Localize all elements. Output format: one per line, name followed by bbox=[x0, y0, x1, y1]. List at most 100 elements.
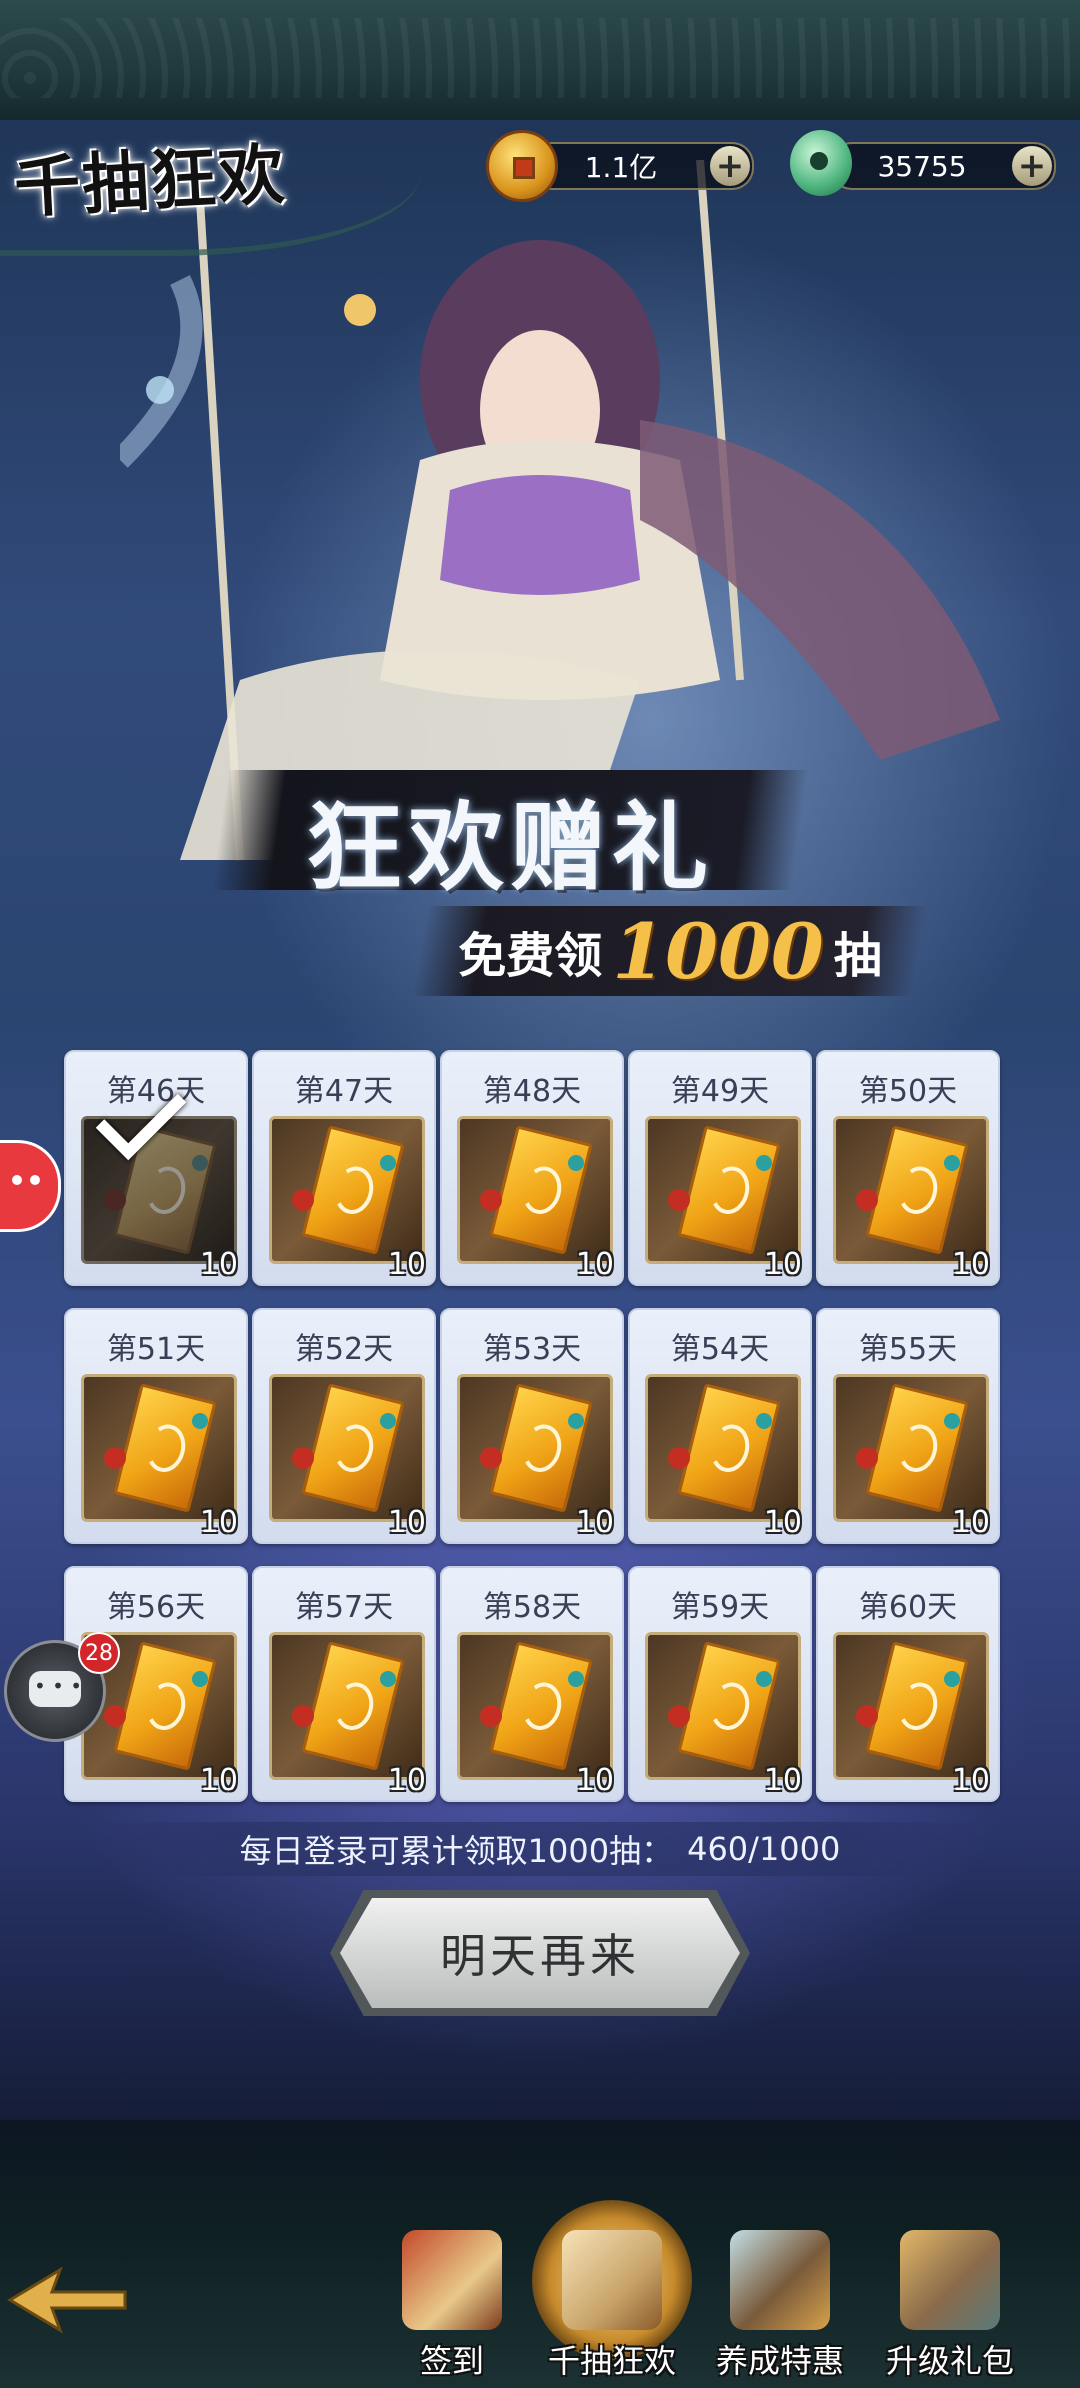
reward-quantity: 10 bbox=[575, 1505, 614, 1540]
reward-card[interactable]: 第59天 10 bbox=[628, 1566, 812, 1802]
tassel-icon bbox=[292, 1189, 314, 1211]
reward-item-slot bbox=[81, 1374, 237, 1522]
nav-tab-label: 养成特惠 bbox=[715, 2342, 844, 2380]
bead-icon bbox=[568, 1671, 584, 1687]
bead-icon bbox=[568, 1155, 584, 1171]
reward-card[interactable]: 第52天 10 bbox=[252, 1308, 436, 1544]
reward-card[interactable]: 第47天 10 bbox=[252, 1050, 436, 1286]
coin-icon bbox=[486, 130, 558, 202]
reward-card[interactable]: 第54天 10 bbox=[628, 1308, 812, 1544]
coin-value: 1.1亿 bbox=[584, 151, 658, 184]
reward-day-label: 第48天 bbox=[482, 1074, 582, 1109]
reward-quantity: 10 bbox=[763, 1247, 802, 1282]
jade-counter: 35755 + bbox=[830, 142, 1056, 190]
tassel-icon bbox=[104, 1189, 126, 1211]
jade-value: 35755 bbox=[877, 149, 967, 183]
bead-icon bbox=[380, 1155, 396, 1171]
banner-sub-suffix: 抽 bbox=[833, 928, 882, 984]
reward-card[interactable]: 第53天 10 bbox=[440, 1308, 624, 1544]
summon-ticket-icon bbox=[865, 1383, 969, 1513]
bead-icon bbox=[944, 1413, 960, 1429]
reward-card[interactable]: 第48天 10 bbox=[440, 1050, 624, 1286]
reward-day-label: 第53天 bbox=[482, 1332, 582, 1367]
reward-item-slot bbox=[833, 1632, 989, 1780]
reward-card[interactable]: 第55天 10 bbox=[816, 1308, 1000, 1544]
reward-card[interactable]: 第50天 10 bbox=[816, 1050, 1000, 1286]
progress-label: 每日登录可累计领取1000抽： bbox=[239, 1832, 674, 1870]
reward-quantity: 10 bbox=[199, 1763, 238, 1798]
banner-sub-prefix: 免费领 bbox=[458, 928, 603, 984]
tassel-icon bbox=[668, 1705, 690, 1727]
reward-day-label: 第52天 bbox=[294, 1332, 394, 1367]
reward-day-label: 第59天 bbox=[670, 1590, 770, 1625]
reward-day-label: 第57天 bbox=[294, 1590, 394, 1625]
tassel-icon bbox=[668, 1189, 690, 1211]
summon-ticket-icon bbox=[301, 1125, 405, 1255]
action-button-label: 明天再来 bbox=[440, 1929, 640, 1983]
nav-tab-label: 千抽狂欢 bbox=[547, 2342, 676, 2380]
reward-quantity: 10 bbox=[575, 1763, 614, 1798]
summon-ticket-icon bbox=[677, 1383, 781, 1513]
bead-icon bbox=[756, 1155, 772, 1171]
tassel-icon bbox=[292, 1705, 314, 1727]
tassel-icon bbox=[856, 1447, 878, 1469]
nav-tab[interactable]: 千抽狂欢 bbox=[532, 2226, 692, 2386]
nav-tab[interactable]: 签到 bbox=[372, 2226, 532, 2386]
reward-day-label: 第49天 bbox=[670, 1074, 770, 1109]
reward-item-slot bbox=[457, 1632, 613, 1780]
tassel-icon bbox=[104, 1705, 126, 1727]
summon-ticket-icon bbox=[301, 1383, 405, 1513]
back-arrow-icon[interactable] bbox=[0, 2250, 130, 2350]
progress-value: 460/1000 bbox=[687, 1830, 841, 1868]
tassel-icon bbox=[480, 1189, 502, 1211]
reward-card[interactable]: 第58天 10 bbox=[440, 1566, 624, 1802]
reward-day-label: 第51天 bbox=[106, 1332, 206, 1367]
bead-icon bbox=[380, 1413, 396, 1429]
summon-ticket-icon bbox=[489, 1125, 593, 1255]
summon-ticket-icon bbox=[489, 1383, 593, 1513]
coin-counter: 1.1亿 + bbox=[530, 142, 754, 190]
summon-ticket-icon bbox=[113, 1641, 217, 1771]
bead-icon bbox=[944, 1671, 960, 1687]
reward-quantity: 10 bbox=[763, 1763, 802, 1798]
reward-quantity: 10 bbox=[763, 1505, 802, 1540]
bead-icon bbox=[756, 1671, 772, 1687]
top-frame bbox=[0, 0, 1080, 120]
tassel-icon bbox=[480, 1447, 502, 1469]
tassel-icon bbox=[292, 1447, 314, 1469]
chat-unread-badge: 28 bbox=[78, 1632, 120, 1674]
reward-card[interactable]: 第49天 10 bbox=[628, 1050, 812, 1286]
reward-card[interactable]: 第60天 10 bbox=[816, 1566, 1000, 1802]
reward-quantity: 10 bbox=[387, 1505, 426, 1540]
reward-day-label: 第60天 bbox=[858, 1590, 958, 1625]
reward-item-slot bbox=[645, 1116, 801, 1264]
nav-tab[interactable]: 养成特惠 bbox=[700, 2226, 860, 2386]
pot-gift-icon bbox=[900, 2230, 1000, 2330]
come-back-tomorrow-button[interactable]: 明天再来 bbox=[340, 1898, 740, 2008]
reward-card[interactable]: 第57天 10 bbox=[252, 1566, 436, 1802]
add-jade-button[interactable]: + bbox=[1012, 146, 1052, 186]
reward-card[interactable]: 第51天 10 bbox=[64, 1308, 248, 1544]
bead-icon bbox=[192, 1155, 208, 1171]
bead-icon bbox=[944, 1155, 960, 1171]
reward-card[interactable]: 第46天 10 bbox=[64, 1050, 248, 1286]
banner-sub-number: 1000 bbox=[612, 906, 824, 996]
reward-day-label: 第50天 bbox=[858, 1074, 958, 1109]
summon-ticket-icon bbox=[677, 1125, 781, 1255]
reward-quantity: 10 bbox=[387, 1763, 426, 1798]
summon-ticket-icon bbox=[677, 1641, 781, 1771]
bead-icon bbox=[192, 1671, 208, 1687]
reward-item-slot bbox=[269, 1632, 425, 1780]
nav-tab[interactable]: 升级礼包 bbox=[870, 2226, 1030, 2386]
reward-item-slot bbox=[833, 1374, 989, 1522]
banner-title: 狂欢赠礼 bbox=[306, 791, 714, 904]
bead-icon bbox=[380, 1671, 396, 1687]
tassel-icon bbox=[856, 1705, 878, 1727]
reward-quantity: 10 bbox=[575, 1247, 614, 1282]
reward-day-label: 第54天 bbox=[670, 1332, 770, 1367]
reward-item-slot bbox=[81, 1116, 237, 1264]
reward-item-slot bbox=[457, 1116, 613, 1264]
sign-in-scroll-icon bbox=[402, 2230, 502, 2330]
add-coins-button[interactable]: + bbox=[710, 146, 750, 186]
reward-quantity: 10 bbox=[951, 1247, 990, 1282]
